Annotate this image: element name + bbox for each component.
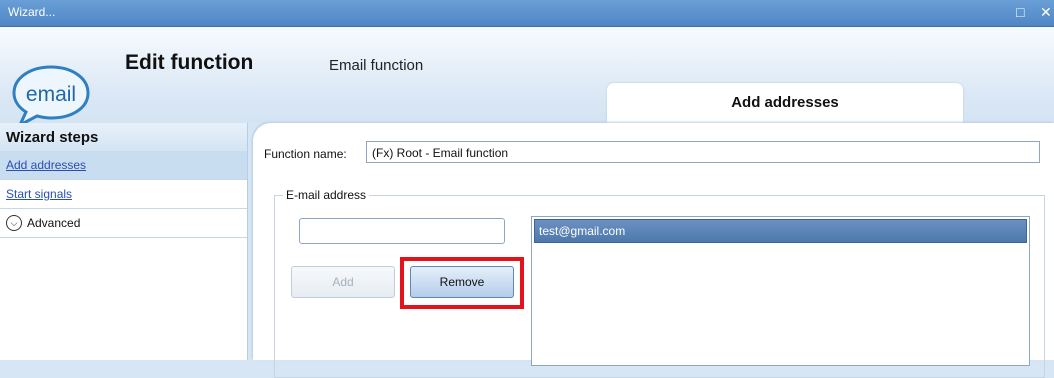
title-bar: Wizard... □ ✕ [0,0,1054,27]
page-title: Edit function [125,51,254,74]
email-input[interactable] [299,218,505,244]
step-add-addresses-link[interactable]: Add addresses [6,158,86,172]
logo-text: email [26,83,76,106]
step-start-signals[interactable]: Start signals [0,180,247,209]
close-icon[interactable]: ✕ [1040,4,1052,20]
step-advanced[interactable]: ⌵ Advanced [0,209,247,238]
content-panel: Function name: (Fx) Root - Email functio… [253,123,1054,378]
step-advanced-label: Advanced [27,216,81,230]
step-add-addresses[interactable]: Add addresses [0,151,247,180]
remove-highlight-box [400,257,524,309]
page-subtitle: Email function [329,57,424,74]
chevron-down-circle-icon[interactable]: ⌵ [6,215,22,231]
step-start-signals-link[interactable]: Start signals [6,187,72,201]
email-logo-icon: email [10,63,92,129]
function-name-label: Function name: [264,147,347,161]
wizard-steps-caption: Wizard steps [0,123,247,151]
function-name-input[interactable]: (Fx) Root - Email function [366,141,1040,163]
list-item[interactable]: test@gmail.com [534,219,1027,243]
add-button[interactable]: Add [291,266,395,298]
restore-icon[interactable]: □ [1016,4,1024,20]
wizard-steps-panel: Wizard steps Add addresses Start signals… [0,123,248,360]
wizard-header: email Edit function Email function Add a… [0,27,1054,129]
email-address-group-label: E-mail address [286,188,367,202]
window-title: Wizard... [8,5,56,19]
tab-add-addresses[interactable]: Add addresses [607,83,963,123]
email-address-list[interactable]: test@gmail.com [531,216,1030,366]
